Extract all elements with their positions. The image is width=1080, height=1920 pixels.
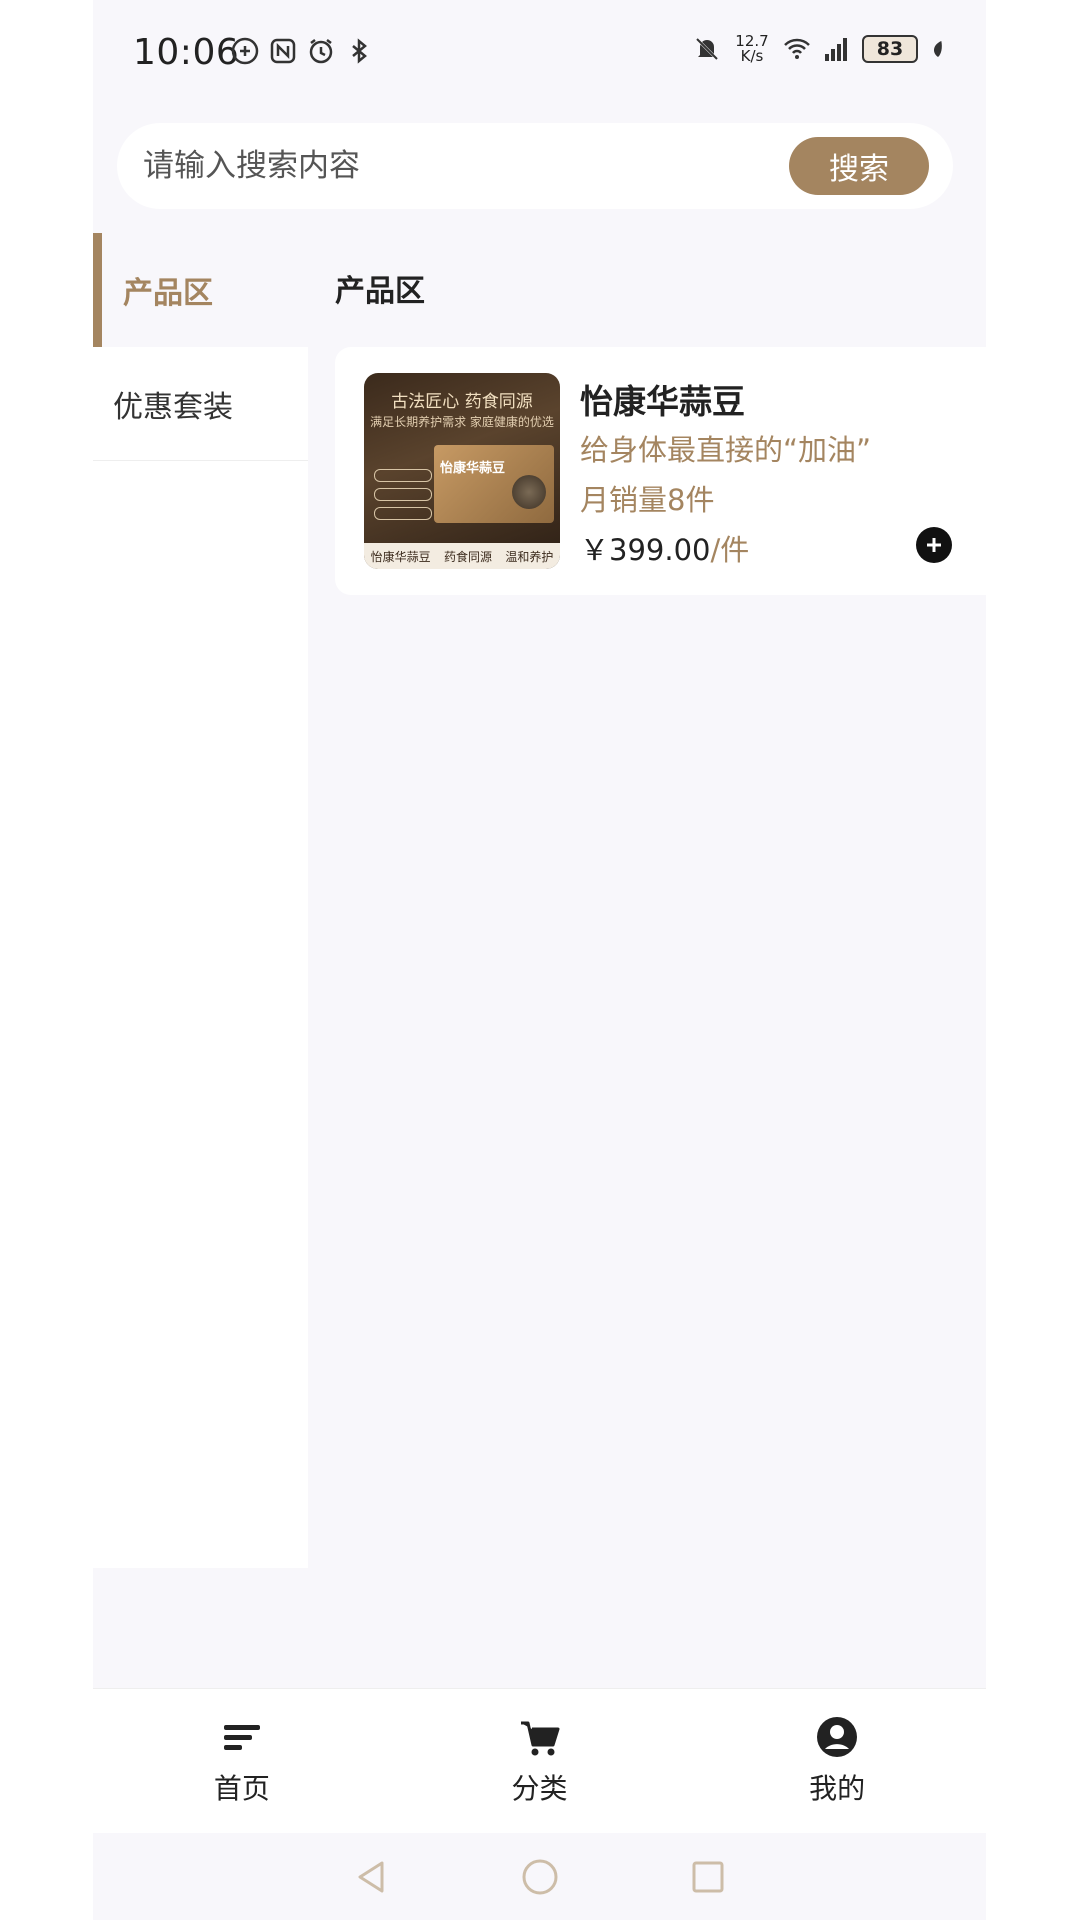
sidebar-item-label: 优惠套装 xyxy=(113,389,233,425)
sidebar-item-label: 产品区 xyxy=(123,276,213,311)
add-to-cart-button[interactable] xyxy=(916,527,952,563)
product-price: ￥399.00 /件 xyxy=(580,527,749,569)
leaf-icon xyxy=(933,41,942,57)
tab-label: 首页 xyxy=(213,1772,270,1805)
product-sales: 月销量8件 xyxy=(580,483,715,517)
plus-icon xyxy=(927,538,941,552)
product-image-badges xyxy=(374,469,432,526)
status-icons-right: 12.7 K/s 83 xyxy=(692,34,948,64)
search-input[interactable] xyxy=(143,141,693,191)
bluetooth-icon xyxy=(352,38,367,64)
product-box-graphic: 怡康华蒜豆 xyxy=(434,445,554,523)
tab-category[interactable]: 分类 xyxy=(391,1689,689,1833)
status-time: 10:06 xyxy=(133,32,240,73)
nfc-icon xyxy=(270,38,296,64)
app-screen: 10:06 12.7 K/s 83 搜索 产品区 优惠套装 xyxy=(93,0,986,1920)
alarm-icon xyxy=(309,39,333,64)
product-card[interactable]: 古法匠心 药食同源 满足长期养护需求 家庭健康的优选 怡康华蒜豆 怡康华蒜豆 药… xyxy=(335,347,986,595)
product-disc-graphic xyxy=(512,475,546,509)
tab-label: 我的 xyxy=(809,1772,866,1805)
search-bar: 搜索 xyxy=(117,123,953,209)
tab-label: 分类 xyxy=(511,1772,568,1805)
sidebar-item-bundles[interactable]: 优惠套装 xyxy=(93,347,308,461)
recents-square-icon[interactable] xyxy=(688,1857,728,1897)
back-icon[interactable] xyxy=(352,1857,392,1897)
tab-profile[interactable]: 我的 xyxy=(688,1689,986,1833)
menu-lines-icon xyxy=(223,1725,260,1750)
content-bottom-area xyxy=(93,1568,986,1688)
price-unit: /件 xyxy=(710,533,750,567)
bottom-tab-bar: 首页 分类 我的 xyxy=(93,1688,986,1833)
category-sidebar: 产品区 优惠套装 xyxy=(93,233,308,1568)
product-image[interactable]: 古法匠心 药食同源 满足长期养护需求 家庭健康的优选 怡康华蒜豆 怡康华蒜豆 药… xyxy=(364,373,560,569)
product-slogan: 给身体最直接的“加油” xyxy=(580,433,872,467)
battery-indicator: 83 xyxy=(862,35,918,63)
user-circle-icon xyxy=(817,1717,858,1757)
status-icons-left xyxy=(230,36,374,66)
price-value: ￥399.00 xyxy=(580,533,711,567)
data-saver-icon xyxy=(231,37,259,65)
system-navigation-bar xyxy=(93,1833,986,1920)
product-image-subline: 满足长期养护需求 家庭健康的优选 xyxy=(370,415,554,429)
wifi-icon xyxy=(784,38,810,59)
product-name: 怡康华蒜豆 xyxy=(580,382,745,421)
sidebar-item-products[interactable]: 产品区 xyxy=(93,233,308,347)
search-button[interactable]: 搜索 xyxy=(789,137,929,195)
section-title: 产品区 xyxy=(335,274,425,309)
status-bar: 10:06 12.7 K/s 83 xyxy=(93,0,986,100)
product-image-headline: 古法匠心 药食同源 xyxy=(391,392,533,412)
signal-icon xyxy=(825,38,847,61)
cart-icon xyxy=(520,1721,559,1756)
product-box-title: 怡康华蒜豆 xyxy=(440,461,506,476)
net-speed: 12.7 K/s xyxy=(735,32,769,65)
silent-bell-icon xyxy=(695,37,719,61)
home-circle-icon[interactable] xyxy=(520,1857,560,1897)
tab-home[interactable]: 首页 xyxy=(93,1689,391,1833)
product-image-footer: 怡康华蒜豆 药食同源 温和养护 xyxy=(364,543,560,569)
